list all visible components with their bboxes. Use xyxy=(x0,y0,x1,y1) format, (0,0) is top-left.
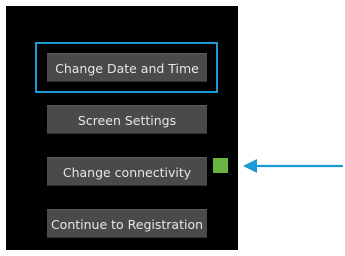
screen-settings-button[interactable]: Screen Settings xyxy=(47,105,207,134)
continue-to-registration-button[interactable]: Continue to Registration xyxy=(47,209,207,238)
device-screen: Change Date and Time Screen Settings Cha… xyxy=(6,6,238,250)
figure: Change Date and Time Screen Settings Cha… xyxy=(0,0,345,256)
change-date-time-button[interactable]: Change Date and Time xyxy=(47,53,207,82)
connectivity-status-indicator xyxy=(213,158,228,173)
pointer-arrow-icon xyxy=(243,159,343,173)
change-connectivity-button[interactable]: Change connectivity xyxy=(47,157,207,186)
